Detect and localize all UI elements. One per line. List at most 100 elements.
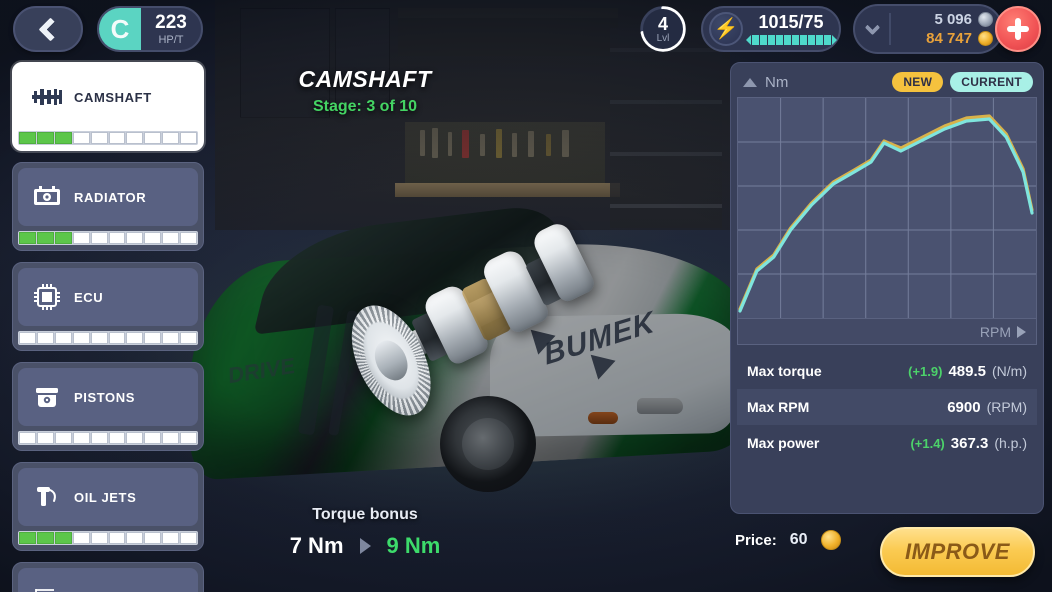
stat-label: Max RPM <box>747 399 810 415</box>
sidebar-item-label: ECU <box>74 289 104 305</box>
price-value: 60 <box>789 531 808 548</box>
chevron-down-icon <box>864 19 880 35</box>
sidebar-item-radiator[interactable]: RADIATOR <box>12 162 204 251</box>
page-title: CAMSHAFT <box>298 66 432 92</box>
sidebar-item-oil-cooler[interactable]: OIL COOLER <box>12 562 204 592</box>
arrow-right-icon <box>359 538 371 554</box>
price-label: Price: <box>735 531 777 549</box>
torque-bonus-new: 9 Nm <box>386 533 441 558</box>
stat-delta: (+1.9) <box>908 363 943 379</box>
garage-tool <box>462 130 469 158</box>
legend-pill-current[interactable]: CURRENT <box>950 72 1033 92</box>
chart-x-axis: RPM <box>737 319 1037 345</box>
part-progress-bar <box>18 131 198 145</box>
add-currency-button[interactable] <box>995 6 1041 52</box>
part-title-block: CAMSHAFT Stage: 3 of 10 <box>0 66 730 116</box>
sidebar-item-label: OIL JETS <box>74 489 137 505</box>
stat-value: 6900 <box>947 398 981 416</box>
car-turn-signal <box>588 412 618 424</box>
stat-label: Max torque <box>747 363 822 379</box>
stat-delta: (+1.4) <box>910 435 945 451</box>
rank-unit: HP/T <box>158 33 184 46</box>
chart-x-axis-label: RPM <box>979 323 1011 340</box>
triangle-up-icon <box>743 77 757 87</box>
garage-tool <box>562 130 569 157</box>
garage-tool <box>420 130 425 156</box>
garage-tool <box>448 132 452 156</box>
torque-bonus-values: 7 Nm 9 Nm <box>0 533 730 559</box>
rank-value: 223 <box>155 11 187 33</box>
torque-bonus-old: 7 Nm <box>289 533 344 558</box>
energy-value: 1015/75 <box>758 12 824 33</box>
stats-panel: Nm NEW CURRENT RPM Max torque (+1.9) 489… <box>730 62 1044 514</box>
part-progress-bar <box>18 431 198 445</box>
car-headlamp <box>637 398 683 414</box>
energy-indicator[interactable]: ⚡ 1015/75 <box>701 6 841 52</box>
price-block: Price: 60 <box>735 530 841 550</box>
stat-unit: (N/m) <box>992 362 1027 379</box>
torque-bonus-block: Torque bonus 7 Nm 9 Nm <box>0 506 730 559</box>
sidebar-item-label: PISTONS <box>74 389 136 405</box>
chart-gridlines <box>738 98 1036 318</box>
chart-y-axis-label: Nm <box>765 73 789 91</box>
piston-icon <box>32 384 62 410</box>
stat-unit: (RPM) <box>986 398 1027 415</box>
improve-button[interactable]: IMPROVE <box>880 527 1035 577</box>
silver-amount: 5 096 <box>934 11 972 28</box>
radiator-icon <box>32 184 62 210</box>
level-badge[interactable]: 4 Lvl <box>639 5 687 53</box>
triangle-right-icon <box>1017 325 1026 338</box>
gold-coin-icon <box>820 530 841 550</box>
garage-tool <box>496 129 502 158</box>
energy-values: 1015/75 <box>743 13 839 45</box>
wallet-expand-button[interactable] <box>855 19 889 35</box>
improve-button-label: IMPROVE <box>905 539 1010 564</box>
wallet-currencies: 5 096 84 747 <box>891 11 1001 47</box>
stat-value: 367.3 <box>950 434 989 452</box>
gold-amount: 84 747 <box>926 30 972 47</box>
level-inner: 4 Lvl <box>643 9 683 49</box>
silver-coin-icon <box>978 12 993 27</box>
back-button[interactable] <box>13 6 83 52</box>
sidebar-item-ecu[interactable]: ECU <box>12 262 204 351</box>
stat-row-max-rpm: Max RPM 6900 (RPM) <box>737 389 1037 425</box>
level-label: Lvl <box>656 32 670 44</box>
stage-label: Stage: 3 of 10 <box>312 98 418 115</box>
wallet-gold-row: 84 747 <box>926 30 993 47</box>
energy-segment-bar <box>745 34 837 45</box>
garage-tool <box>528 131 534 157</box>
chart-series-current <box>738 117 1034 313</box>
chevron-left-icon <box>38 16 63 42</box>
stat-value: 489.5 <box>948 362 986 380</box>
garage-tool <box>546 134 551 156</box>
part-progress-bar <box>18 331 198 345</box>
chart-svg <box>738 98 1036 318</box>
oil-cooler-icon <box>32 584 62 592</box>
stat-row-max-torque: Max torque (+1.9) 489.5 (N/m) <box>737 353 1037 389</box>
legend-pill-new[interactable]: NEW <box>892 72 944 92</box>
torque-bonus-title: Torque bonus <box>312 506 418 523</box>
sidebar-item-pistons[interactable]: PISTONS <box>12 362 204 451</box>
sidebar-item-label: RADIATOR <box>74 189 147 205</box>
stats-list: Max torque (+1.9) 489.5 (N/m) Max RPM 69… <box>737 353 1037 461</box>
garage-tool <box>432 128 438 158</box>
rank-values: 223 HP/T <box>141 13 201 46</box>
wallet-panel[interactable]: 5 096 84 747 <box>853 4 1003 54</box>
chip-icon <box>32 284 62 310</box>
torque-chart <box>737 97 1037 319</box>
chart-header: Nm NEW CURRENT <box>737 69 1037 95</box>
lightning-bolt-icon: ⚡ <box>709 12 743 46</box>
gold-coin-icon <box>978 31 993 46</box>
wallet-silver-row: 5 096 <box>934 11 993 28</box>
garage-tool <box>480 134 485 156</box>
rank-indicator[interactable]: C 223 HP/T <box>97 6 203 52</box>
game-screen: BUMEK DRIVE C 223 HP/T 4 Lvl ⚡ 1015/75 5… <box>0 0 1052 592</box>
garage-rack <box>610 28 722 228</box>
garage-tool <box>512 133 517 157</box>
stat-label: Max power <box>747 435 820 451</box>
stat-row-max-power: Max power (+1.4) 367.3 (h.p.) <box>737 425 1037 461</box>
part-progress-bar <box>18 231 198 245</box>
top-bar: C 223 HP/T 4 Lvl ⚡ 1015/75 5 096 84 747 <box>0 0 1052 58</box>
chart-legend: NEW CURRENT <box>892 72 1033 92</box>
rank-letter: C <box>99 8 141 50</box>
